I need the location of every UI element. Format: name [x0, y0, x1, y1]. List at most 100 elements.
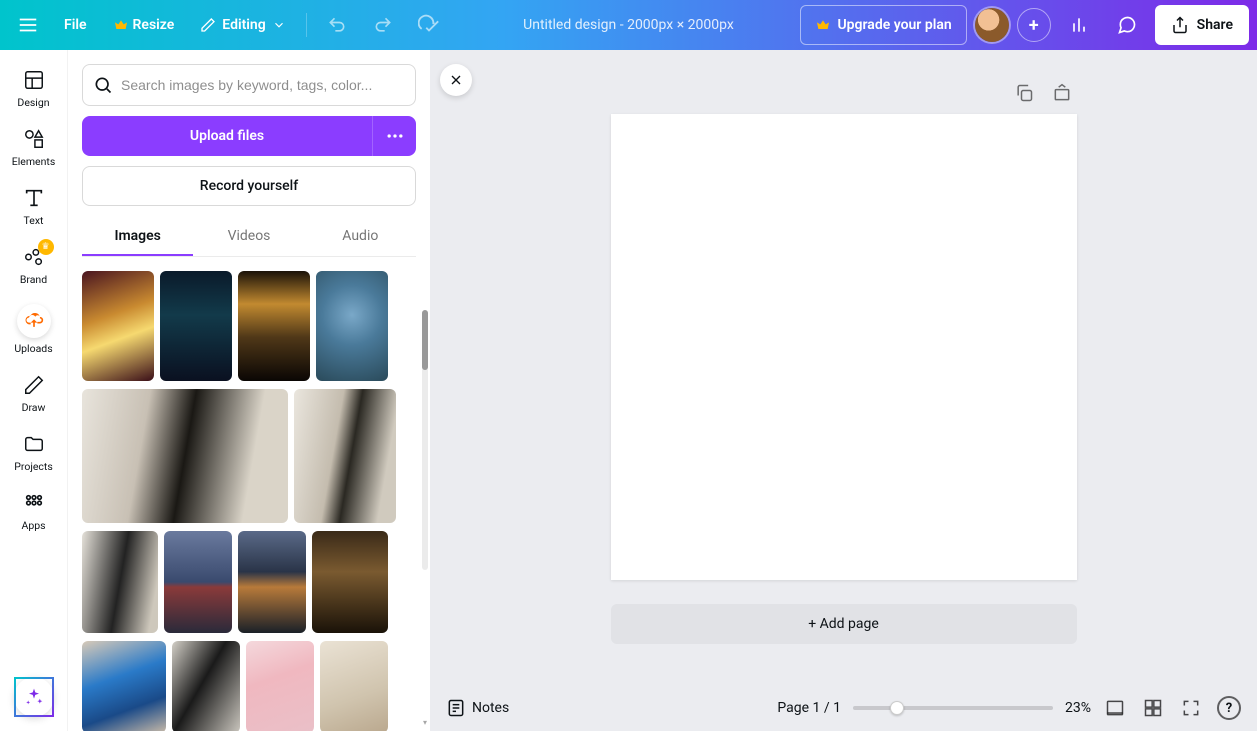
- undo-button[interactable]: [317, 5, 357, 45]
- dots-icon: [385, 126, 405, 146]
- gallery-row: [82, 641, 416, 731]
- redo-icon: [373, 15, 393, 35]
- record-yourself-label: Record yourself: [200, 178, 298, 194]
- document-title[interactable]: Untitled design - 2000px × 2000px: [523, 17, 734, 33]
- upload-thumbnail[interactable]: [312, 531, 388, 633]
- nav-projects[interactable]: Projects: [4, 426, 64, 479]
- bar-chart-icon: [1069, 15, 1089, 35]
- search-icon: [93, 75, 113, 95]
- divider: [306, 13, 307, 37]
- upload-thumbnail[interactable]: [238, 271, 310, 381]
- record-yourself-button[interactable]: Record yourself: [82, 166, 416, 206]
- nav-design[interactable]: Design: [4, 62, 64, 115]
- search-row: [82, 64, 416, 106]
- file-menu-label: File: [64, 17, 87, 33]
- resize-button[interactable]: Resize: [103, 5, 185, 45]
- expand-page-button[interactable]: [1047, 78, 1077, 108]
- upload-thumbnail[interactable]: [82, 271, 154, 381]
- upload-files-label: Upload files: [190, 128, 264, 144]
- nav-brand[interactable]: ♛ Brand: [4, 239, 64, 292]
- topbar: File Resize Editing Untitled design - 20…: [0, 0, 1257, 50]
- uploads-panel: Upload files Record yourself Images Vide…: [68, 50, 430, 731]
- nav-draw[interactable]: Draw: [4, 367, 64, 420]
- panel-scroll-arrow[interactable]: ▾: [422, 719, 428, 725]
- upgrade-label: Upgrade your plan: [837, 17, 951, 33]
- upload-thumbnail[interactable]: [320, 641, 388, 731]
- upload-files-button[interactable]: Upload files: [82, 116, 372, 156]
- nav-uploads-label: Uploads: [14, 342, 52, 355]
- avatar[interactable]: [975, 8, 1009, 42]
- upload-thumbnail[interactable]: [246, 641, 314, 731]
- editing-label: Editing: [222, 17, 265, 33]
- upload-thumbnail[interactable]: [82, 641, 166, 731]
- upload-thumbnail[interactable]: [82, 389, 288, 523]
- nav-apps[interactable]: Apps: [4, 485, 64, 538]
- editing-mode-button[interactable]: Editing: [190, 5, 295, 45]
- canvas-stage: [611, 114, 1077, 580]
- add-collaborator-button[interactable]: +: [1017, 8, 1051, 42]
- tab-audio[interactable]: Audio: [305, 218, 416, 256]
- upload-more-button[interactable]: [372, 116, 416, 156]
- tab-images[interactable]: Images: [82, 218, 193, 256]
- panel-scrollbar[interactable]: [422, 310, 428, 570]
- zoom-slider-thumb[interactable]: [890, 701, 904, 715]
- nav-elements[interactable]: Elements: [4, 121, 64, 174]
- nav-text[interactable]: Text: [4, 180, 64, 233]
- tab-videos[interactable]: Videos: [193, 218, 304, 256]
- crown-badge-icon: ♛: [38, 239, 54, 255]
- upload-row: Upload files: [82, 116, 416, 156]
- crown-icon: [113, 17, 129, 33]
- page-view-button[interactable]: [1103, 696, 1127, 720]
- comments-button[interactable]: [1107, 5, 1147, 45]
- copy-icon: [1014, 83, 1034, 103]
- upload-thumbnail[interactable]: [294, 389, 396, 523]
- canvas-page[interactable]: [611, 114, 1077, 580]
- fullscreen-button[interactable]: [1179, 696, 1203, 720]
- upload-thumbnail[interactable]: [238, 531, 306, 633]
- bottombar: Notes Page 1 / 1 23%: [430, 685, 1257, 731]
- search-input[interactable]: [121, 77, 405, 93]
- grid-view-button[interactable]: [1141, 696, 1165, 720]
- redo-button[interactable]: [363, 5, 403, 45]
- upload-thumbnail[interactable]: [316, 271, 388, 381]
- zoom-percentage[interactable]: 23%: [1065, 700, 1091, 716]
- chevron-down-icon: [272, 18, 286, 32]
- file-menu-button[interactable]: File: [54, 5, 97, 45]
- nav-text-label: Text: [24, 214, 44, 227]
- upload-thumbnail[interactable]: [164, 531, 232, 633]
- share-label: Share: [1197, 17, 1233, 33]
- nav-brand-label: Brand: [20, 273, 47, 286]
- page-indicator[interactable]: Page 1 / 1: [777, 700, 841, 716]
- expand-up-icon: [1052, 83, 1072, 103]
- add-page-button[interactable]: + Add page: [611, 604, 1077, 644]
- notes-label: Notes: [472, 700, 509, 716]
- upload-thumbnail[interactable]: [172, 641, 240, 731]
- zoom-slider[interactable]: [853, 706, 1053, 710]
- undo-icon: [327, 15, 347, 35]
- grid-icon: [23, 492, 45, 514]
- magic-button[interactable]: [14, 677, 54, 717]
- hamburger-menu-button[interactable]: [8, 5, 48, 45]
- text-icon: [23, 187, 45, 209]
- plus-icon: +: [1029, 15, 1039, 36]
- notes-button[interactable]: Notes: [446, 698, 509, 718]
- upload-thumbnail[interactable]: [160, 271, 232, 381]
- close-icon: [448, 72, 464, 88]
- page-layout-icon: [1105, 698, 1125, 718]
- close-panel-button[interactable]: [440, 64, 472, 96]
- shapes-icon: [23, 128, 45, 150]
- nav-design-label: Design: [17, 96, 49, 109]
- upload-thumbnail[interactable]: [82, 531, 158, 633]
- share-button[interactable]: Share: [1155, 5, 1249, 45]
- grid-view-icon: [1143, 698, 1163, 718]
- duplicate-page-button[interactable]: [1009, 78, 1039, 108]
- upgrade-plan-button[interactable]: Upgrade your plan: [800, 5, 966, 45]
- tab-audio-label: Audio: [342, 228, 378, 244]
- folder-icon: [23, 433, 45, 455]
- bottombar-right: ?: [1103, 696, 1241, 720]
- nav-uploads[interactable]: Uploads: [4, 298, 64, 361]
- help-button[interactable]: ?: [1217, 696, 1241, 720]
- analytics-button[interactable]: [1059, 5, 1099, 45]
- topbar-right: Upgrade your plan + Share: [800, 5, 1249, 45]
- cloud-sync-button[interactable]: [409, 5, 449, 45]
